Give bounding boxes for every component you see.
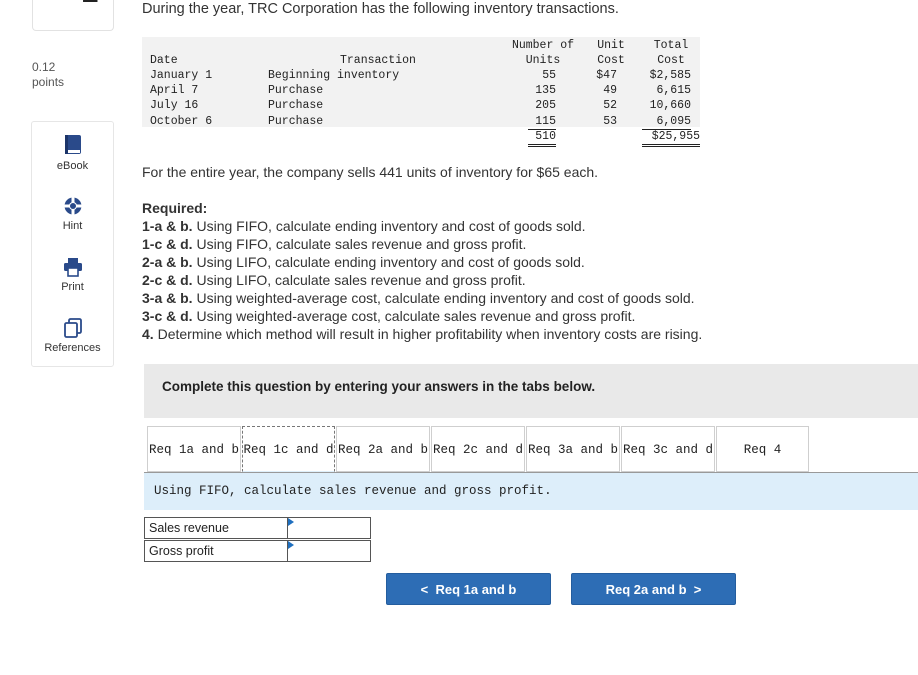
table-cell-date: October 6 (150, 115, 213, 128)
sidebar-item-label: Hint (62, 220, 83, 232)
chevron-right-icon: > (686, 582, 702, 597)
instruction-banner: Complete this question by entering your … (144, 364, 918, 418)
required-item: 3-a & b. Using weighted-average cost, ca… (142, 289, 702, 307)
required-item-tag: 2-c & d. (142, 272, 193, 288)
tab-req-3c-d[interactable]: Req 3c and d (621, 426, 715, 472)
table-cell-units: 205 (535, 99, 556, 112)
col-header-date: Date (150, 54, 178, 67)
prev-button-label: Req 1a and b (435, 582, 517, 597)
sidebar-item-references[interactable]: References (32, 318, 113, 354)
required-item: 4. Determine which method will result in… (142, 325, 702, 343)
banner-text: Complete this question by entering your … (162, 379, 596, 394)
table-cell-units: 115 (528, 114, 556, 130)
required-item: 2-c & d. Using LIFO, calculate sales rev… (142, 271, 702, 289)
table-total-units: 510 (528, 129, 556, 147)
required-item: 2-a & b. Using LIFO, calculate ending in… (142, 253, 702, 271)
points-label: points (32, 75, 65, 89)
table-cell-date: July 16 (150, 99, 199, 112)
required-item: 1-c & d. Using FIFO, calculate sales rev… (142, 235, 702, 253)
required-item-tag: 2-a & b. (142, 254, 193, 270)
sales-description: For the entire year, the company sells 4… (142, 164, 599, 180)
table-cell-unit-cost: 53 (603, 115, 617, 128)
table-cell-total-cost: 10,660 (649, 99, 691, 112)
table-cell-total-cost: 6,095 (642, 114, 691, 130)
question-number-box: 2 (32, 0, 114, 31)
answer-row-gross-profit: Gross profit (144, 540, 371, 562)
references-icon (63, 318, 82, 338)
table-cell-transaction: Purchase (268, 115, 324, 128)
table-cell-unit-cost: 49 (603, 84, 617, 97)
table-cell-unit-cost: $47 (596, 69, 617, 82)
table-cell-date: January 1 (150, 69, 213, 82)
required-item: 3-c & d. Using weighted-average cost, ca… (142, 307, 702, 325)
sidebar-tools: eBook Hint Print References (31, 121, 114, 367)
col-header-unitcost-2: Cost (597, 54, 625, 67)
answer-label: Sales revenue (145, 518, 288, 538)
points-value: 0.12 (32, 60, 56, 74)
required-item-text: Using LIFO, calculate sales revenue and … (196, 272, 526, 288)
table-cell-transaction: Beginning inventory (268, 69, 400, 82)
table-cell-total-cost: 6,615 (656, 84, 691, 97)
table-cell-total-cost: $2,585 (649, 69, 691, 82)
table-cell-unit-cost: 52 (603, 99, 617, 112)
required-item-text: Using FIFO, calculate ending inventory a… (196, 218, 586, 234)
hint-icon (63, 197, 82, 215)
sidebar-item-ebook[interactable]: eBook (32, 134, 113, 172)
requirement-tabs: Req 1a and b Req 1c and d Req 2a and b R… (144, 426, 918, 473)
col-header-totalcost-2: Cost (657, 54, 685, 67)
tab-req-3a-b[interactable]: Req 3a and b (526, 426, 620, 472)
answer-row-sales-revenue: Sales revenue (144, 517, 371, 539)
col-header-totalcost-1: Total (653, 39, 689, 52)
required-item-tag: 3-c & d. (142, 308, 193, 324)
input-marker-icon (288, 541, 294, 549)
required-item-tag: 3-a & b. (142, 290, 193, 306)
required-item-text: Using weighted-average cost, calculate e… (196, 290, 695, 306)
sidebar-item-print[interactable]: Print (32, 257, 113, 293)
tab-req-4[interactable]: Req 4 (716, 426, 809, 472)
input-marker-icon (288, 518, 294, 526)
table-cell-date: April 7 (150, 84, 199, 97)
sidebar-item-label: eBook (56, 160, 89, 172)
required-item-text: Using FIFO, calculate sales revenue and … (196, 236, 527, 252)
required-item-text: Using weighted-average cost, calculate s… (196, 308, 636, 324)
table-cell-units: 55 (542, 69, 556, 82)
tab-req-1c-d[interactable]: Req 1c and d (242, 426, 335, 472)
chevron-left-icon: < (420, 582, 436, 597)
col-header-unitcost-1: Unit (597, 39, 625, 52)
table-cell-transaction: Purchase (268, 99, 324, 112)
next-requirement-button[interactable]: Req 2a and b > (571, 573, 736, 605)
required-list: 1-a & b. Using FIFO, calculate ending in… (142, 217, 702, 343)
sidebar-item-hint[interactable]: Hint (32, 196, 113, 232)
required-item-text: Determine which method will result in hi… (157, 326, 703, 342)
prev-requirement-button[interactable]: < Req 1a and b (386, 573, 551, 605)
print-icon (63, 258, 82, 277)
tab-req-2a-b[interactable]: Req 2a and b (336, 426, 430, 472)
required-heading: Required: (142, 200, 208, 216)
next-button-label: Req 2a and b (605, 582, 687, 597)
table-total-cost: $25,955 (642, 129, 700, 147)
tab-req-1a-b[interactable]: Req 1a and b (147, 426, 241, 472)
question-intro: During the year, TRC Corporation has the… (142, 1, 619, 17)
required-item: 1-a & b. Using FIFO, calculate ending in… (142, 217, 702, 235)
book-icon (64, 135, 81, 154)
panel-instruction: Using FIFO, calculate sales revenue and … (154, 484, 552, 498)
required-item-tag: 1-c & d. (142, 236, 193, 252)
table-cell-transaction: Purchase (268, 84, 324, 97)
tab-req-2c-d[interactable]: Req 2c and d (431, 426, 525, 472)
gross-profit-input[interactable] (288, 541, 370, 561)
answer-label: Gross profit (145, 541, 288, 561)
points-info: 0.12 points (32, 60, 64, 90)
sales-revenue-input[interactable] (288, 518, 370, 538)
col-header-transaction: Transaction (340, 54, 416, 67)
required-item-text: Using LIFO, calculate ending inventory a… (196, 254, 585, 270)
col-header-units-2: Units (525, 54, 561, 67)
col-header-units-1: Number of (511, 39, 575, 52)
sidebar-item-label: Print (61, 281, 84, 293)
required-item-tag: 1-a & b. (142, 218, 193, 234)
table-cell-units: 135 (535, 84, 556, 97)
required-item-tag: 4. (142, 326, 154, 342)
tab-instruction-panel: Using FIFO, calculate sales revenue and … (144, 473, 918, 510)
sidebar-item-label: References (44, 342, 101, 354)
question-number: 2 (82, 0, 99, 10)
